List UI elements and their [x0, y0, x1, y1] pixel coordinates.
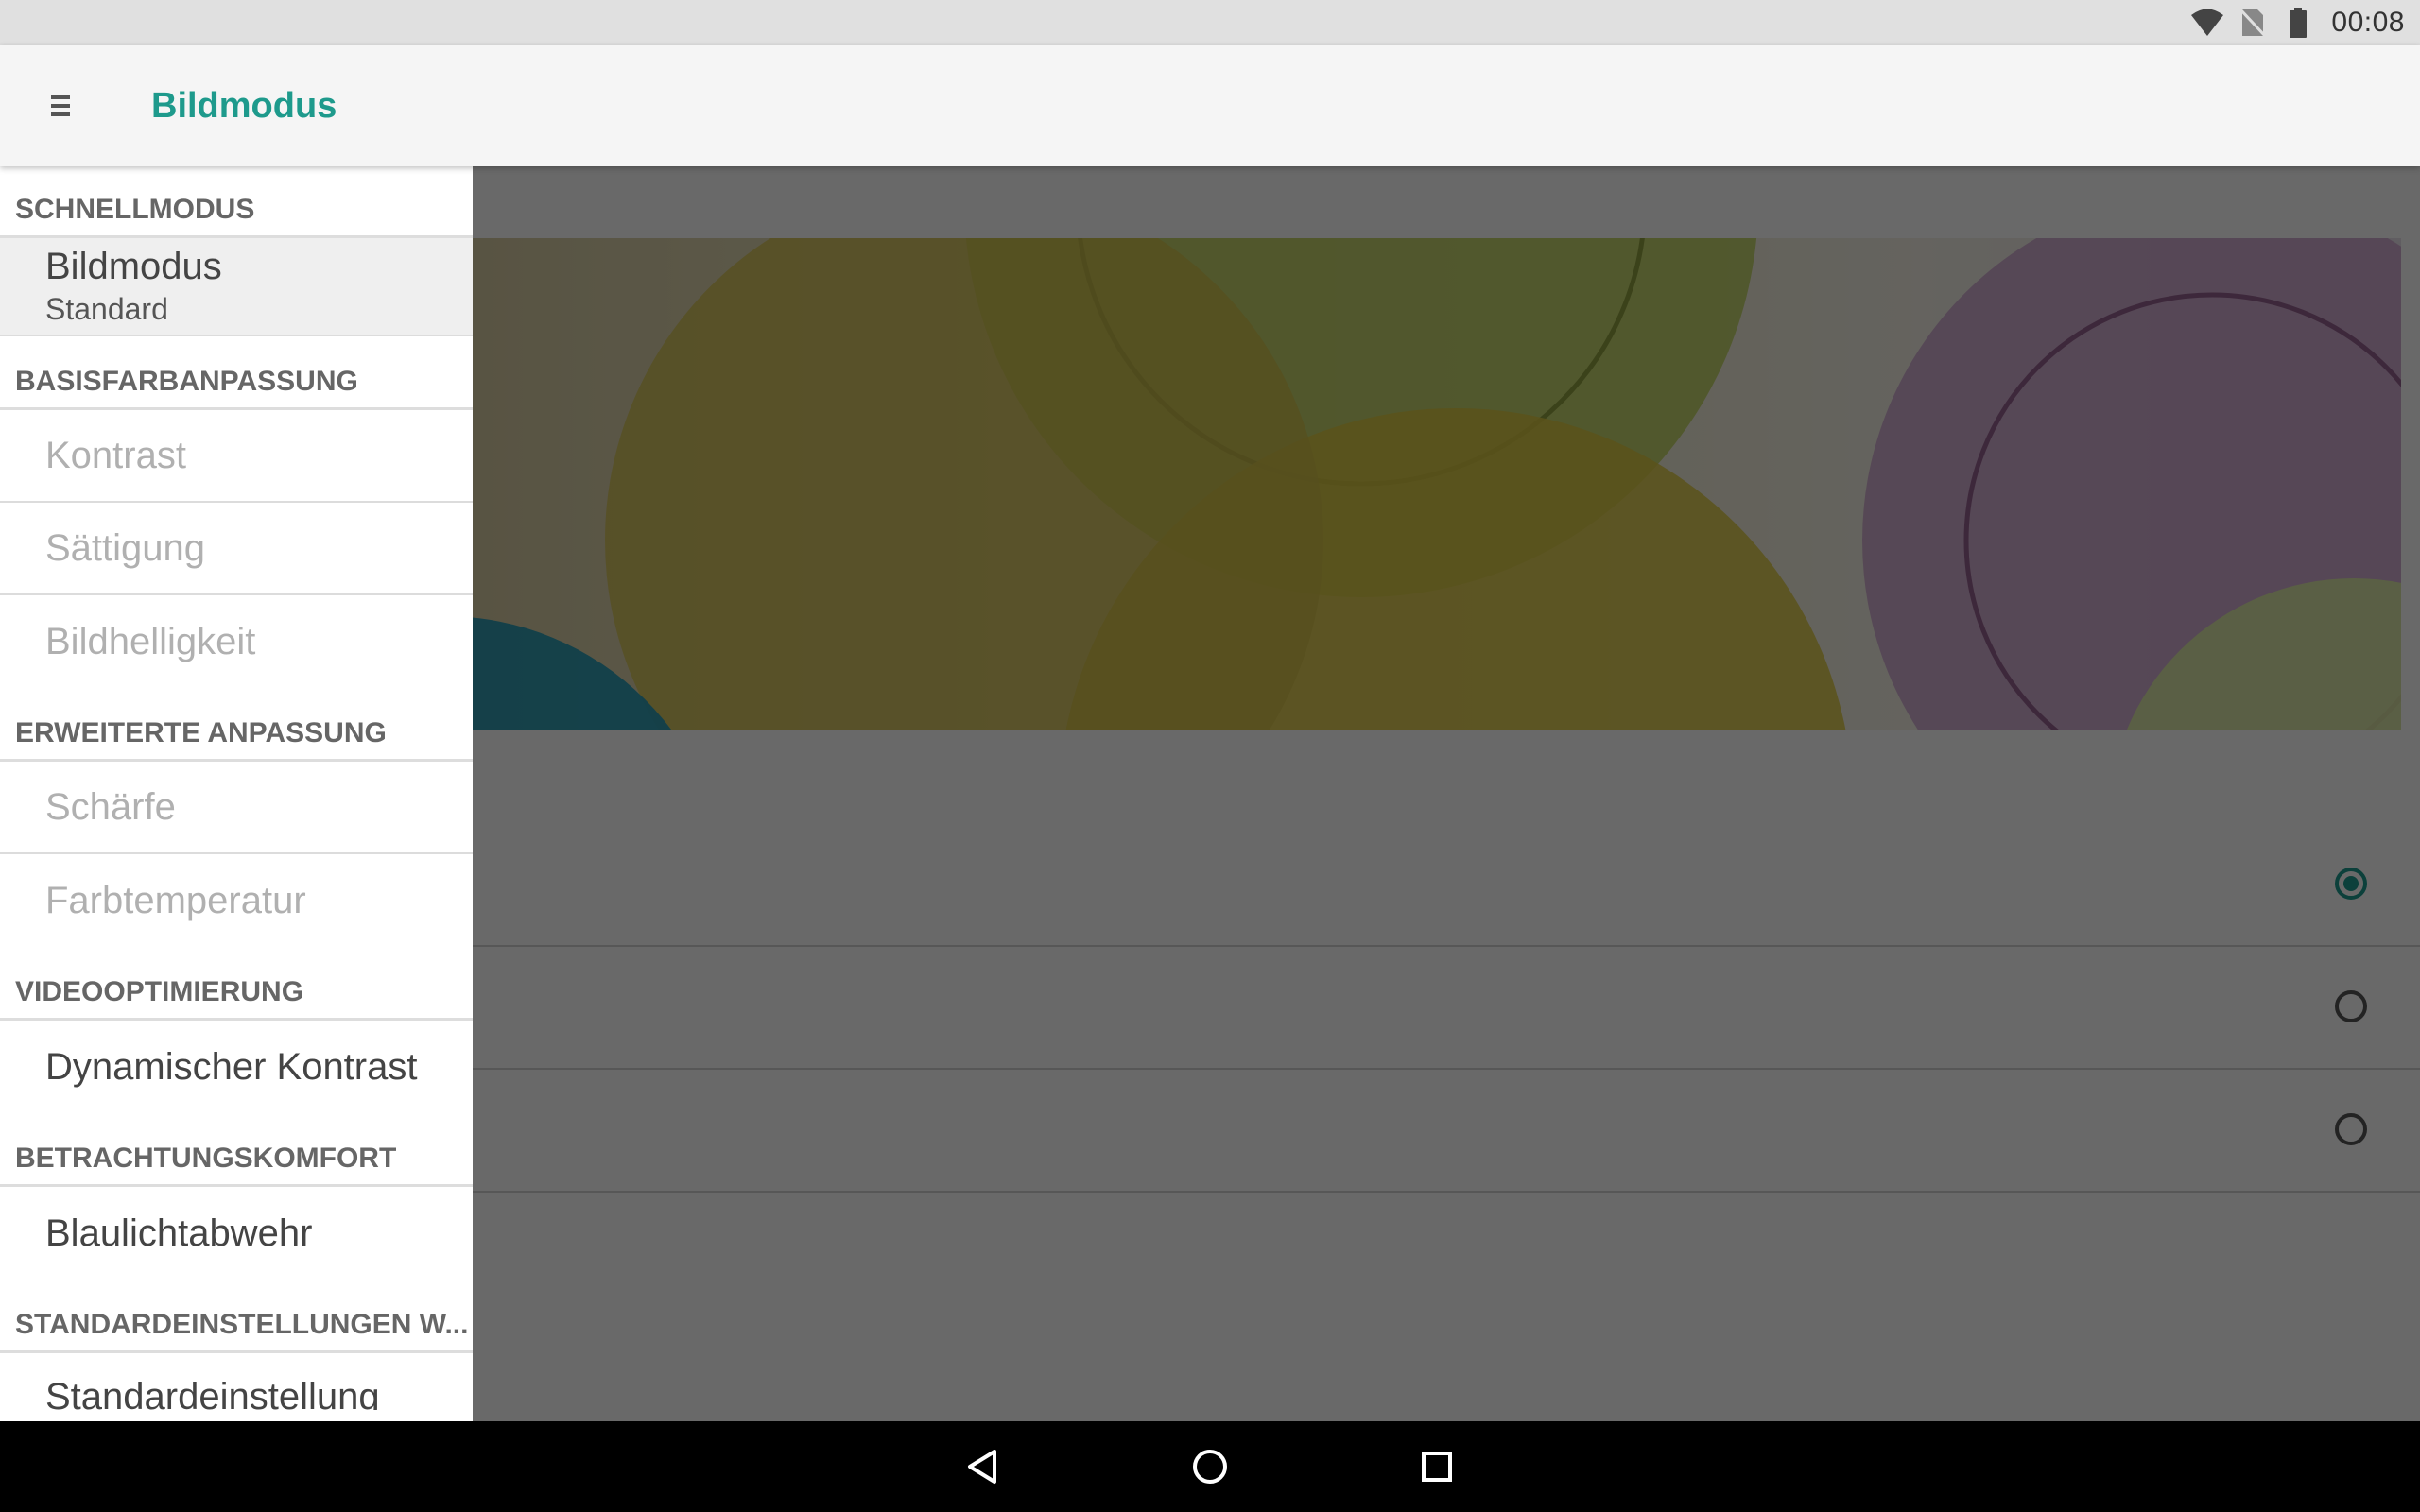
no-sim-icon — [2237, 7, 2269, 39]
section-header-basisfarbanpassung: BASISFARBANPASSUNG — [0, 336, 473, 410]
drawer-item-kontrast[interactable]: Kontrast — [0, 410, 473, 503]
wifi-icon — [2191, 7, 2224, 39]
section-header-videooptimierung: VIDEOOPTIMIERUNG — [0, 947, 473, 1021]
status-bar: 00:08 — [0, 0, 2420, 45]
drawer-item-bildmodus[interactable]: Bildmodus Standard — [0, 238, 473, 336]
drawer-item-farbtemperatur[interactable]: Farbtemperatur — [0, 854, 473, 947]
battery-icon — [2282, 7, 2314, 39]
drawer-item-bildhelligkeit[interactable]: Bildhelligkeit — [0, 595, 473, 688]
section-header-betrachtungskomfort: BETRACHTUNGSKOMFORT — [0, 1113, 473, 1187]
home-icon[interactable] — [1182, 1438, 1238, 1495]
drawer-item-blaulichtabwehr[interactable]: Blaulichtabwehr — [0, 1187, 473, 1280]
recents-icon[interactable] — [1409, 1438, 1465, 1495]
drawer-item-saettigung[interactable]: Sättigung — [0, 503, 473, 595]
screen: 00:08 Bildmodus SCHNELLMODUS Bildmodus S… — [0, 0, 2420, 1512]
drawer-item-label: Bildmodus — [45, 246, 222, 287]
section-header-standardeinstellungen: STANDARDEINSTELLUNGEN W... — [0, 1280, 473, 1353]
section-header-schnellmodus: SCHNELLMODUS — [0, 166, 473, 238]
system-nav-bar — [0, 1421, 2420, 1512]
drawer-item-schaerfe[interactable]: Schärfe — [0, 762, 473, 854]
drawer-item-summary: Standard — [45, 292, 168, 326]
navigation-drawer: SCHNELLMODUS Bildmodus Standard BASISFAR… — [0, 166, 473, 1421]
hamburger-menu-icon[interactable] — [28, 77, 95, 134]
drawer-item-standardeinstellung[interactable]: Standardeinstellung — [0, 1353, 473, 1410]
drawer-item-dynamischer-kontrast[interactable]: Dynamischer Kontrast — [0, 1021, 473, 1113]
page-title: Bildmodus — [151, 85, 337, 126]
section-header-erweiterte-anpassung: ERWEITERTE ANPASSUNG — [0, 688, 473, 762]
status-clock: 00:08 — [2331, 7, 2405, 38]
back-icon[interactable] — [955, 1438, 1011, 1495]
app-bar: Bildmodus — [0, 45, 2420, 166]
